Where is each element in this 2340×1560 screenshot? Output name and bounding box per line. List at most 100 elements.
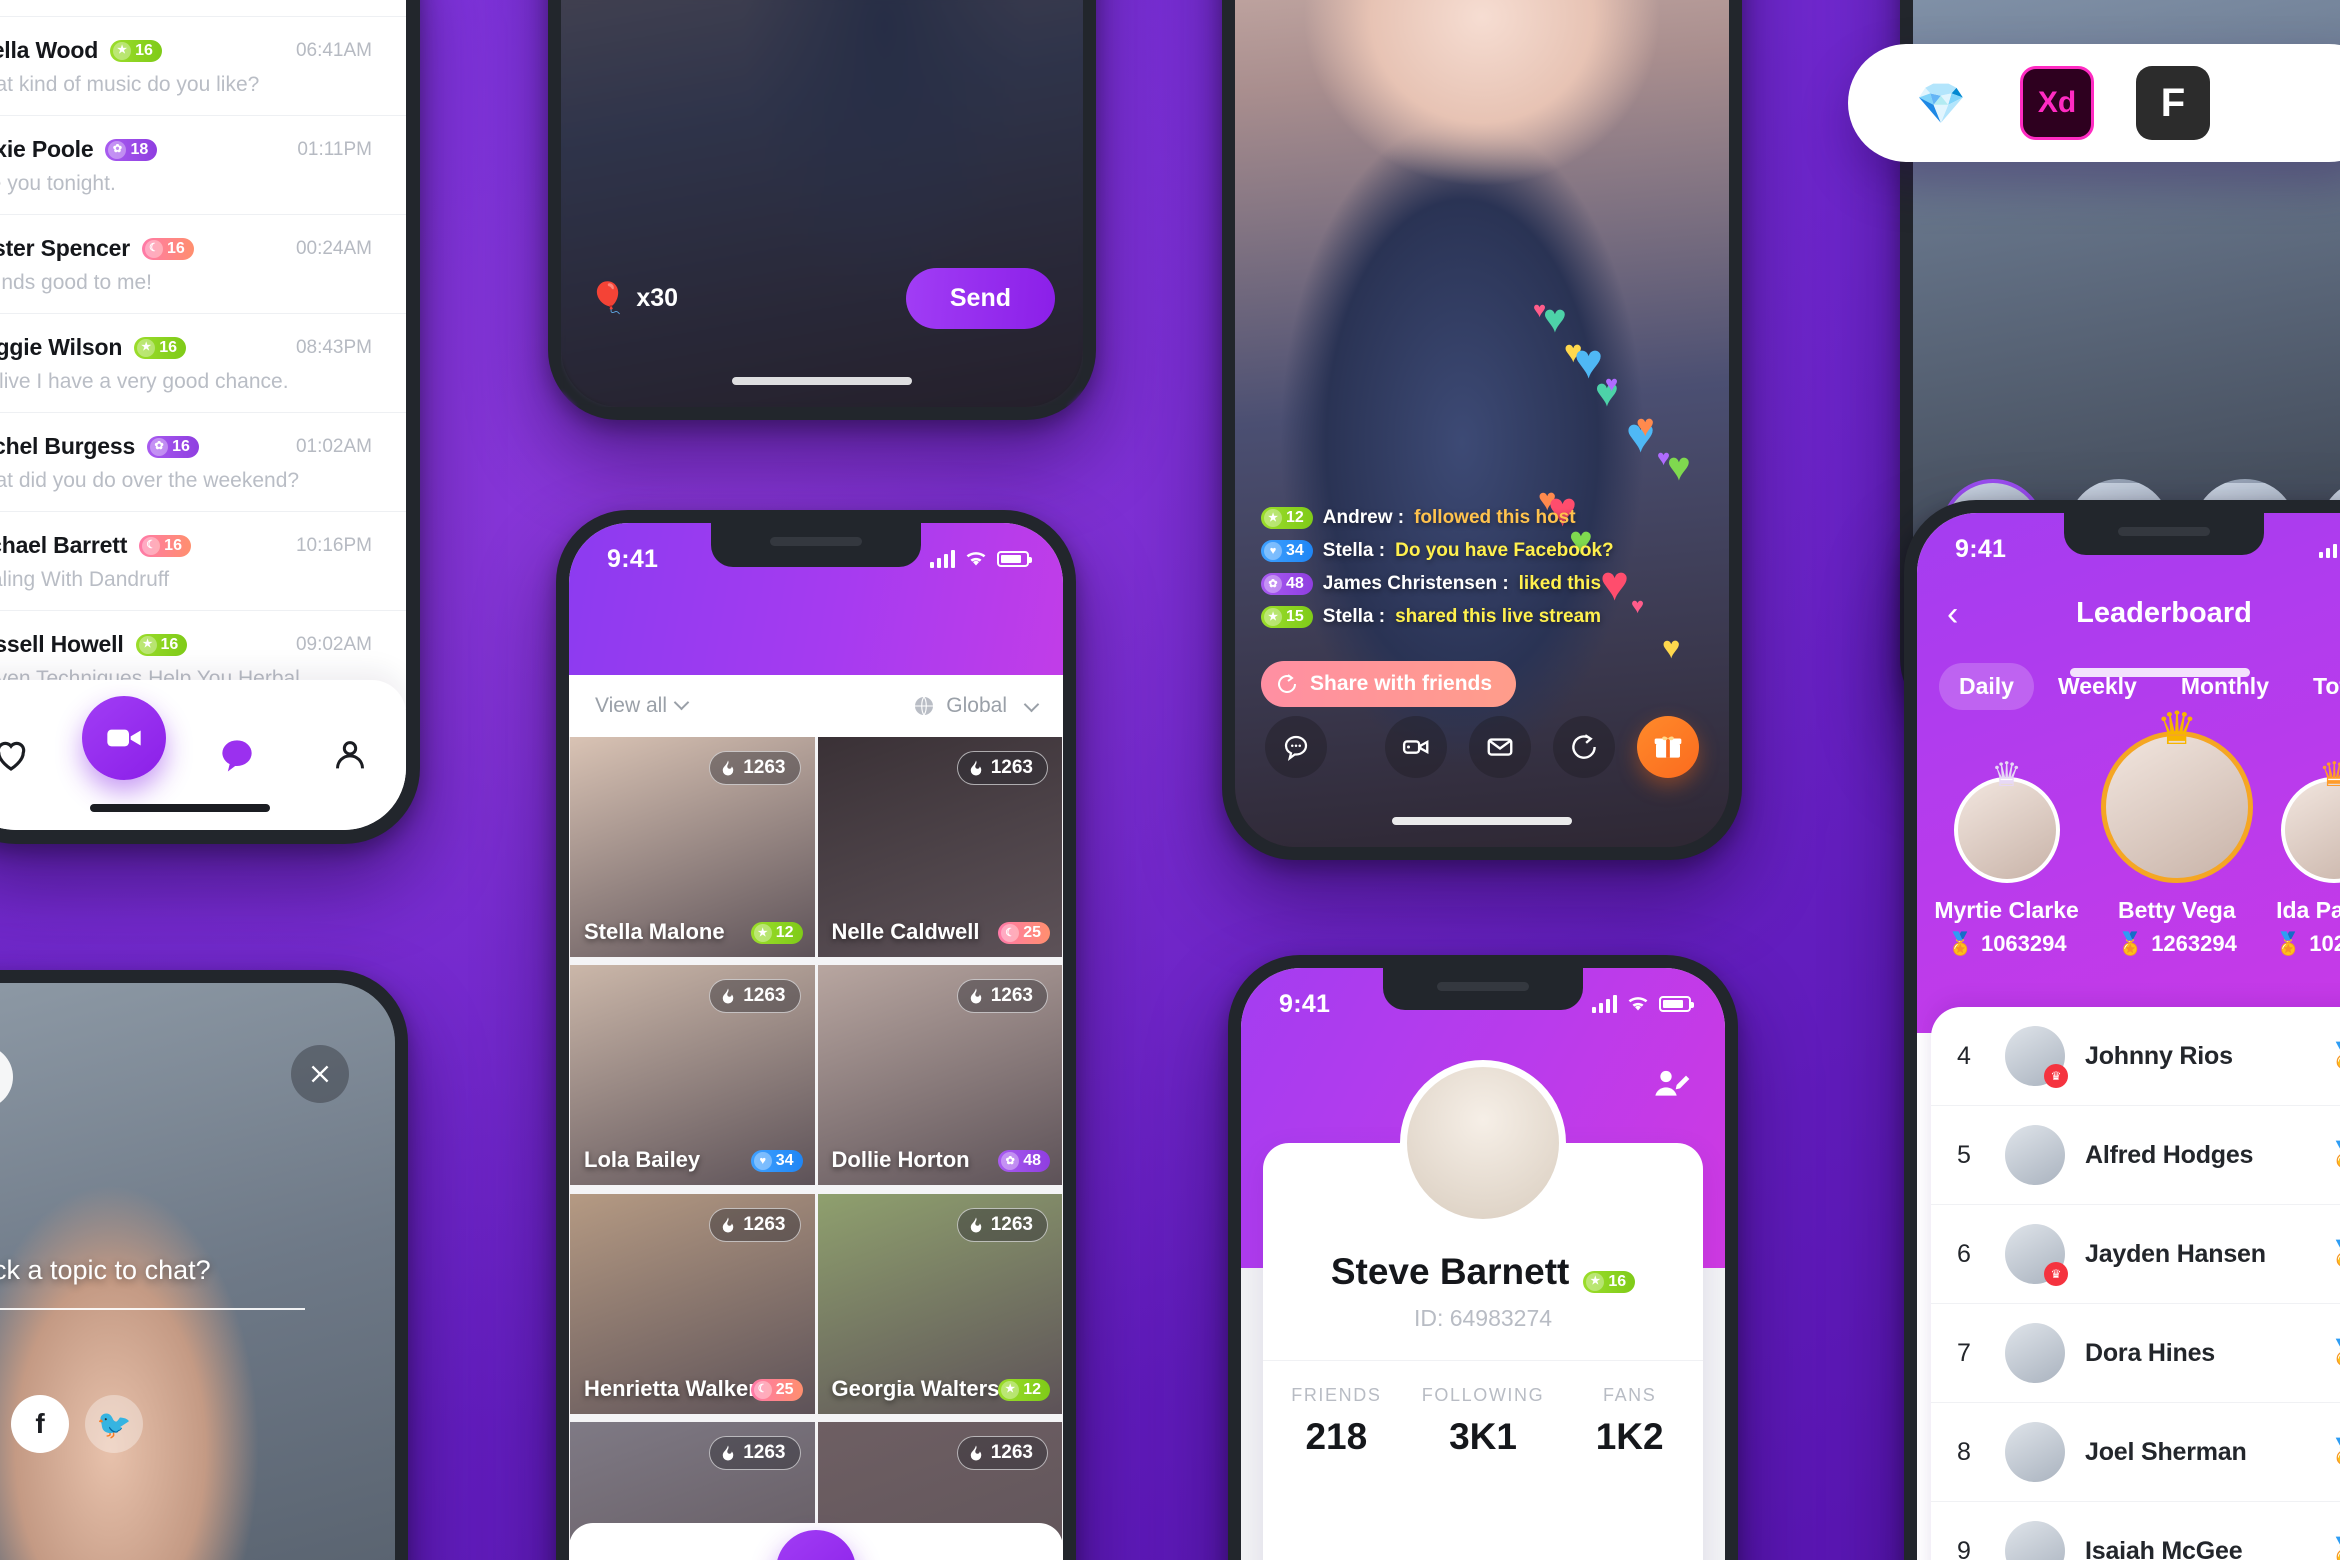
gift-count[interactable]: 🎈 x30 — [589, 281, 678, 316]
region-dropdown[interactable]: Global — [912, 694, 1040, 718]
view-all-dropdown[interactable]: View all — [595, 694, 690, 718]
video-camera-fab[interactable] — [81, 696, 166, 780]
message-list-item[interactable]: Roxie Poole ✿ 18 01:11PM See you tonight… — [0, 116, 406, 215]
live-card[interactable]: 1263 Dollie Horton ✿ 48 — [817, 965, 1062, 1186]
podium-rank-3[interactable]: ♛ Ida Palmer 🏅1026311 — [2274, 756, 2340, 957]
tab-profile[interactable] — [293, 735, 406, 775]
adobe-xd-icon[interactable]: Xd — [2020, 66, 2094, 140]
coin-icon: 🏅 — [2274, 931, 2303, 956]
level-badge-value: 34 — [1286, 542, 1304, 559]
close-button[interactable] — [291, 1045, 349, 1103]
moon-icon: ☾ — [142, 536, 161, 555]
table-row[interactable]: 9 Isaiah McGee 🏅5133 — [1931, 1502, 2340, 1560]
level-badge: ☾ 25 — [750, 1378, 803, 1401]
share-button[interactable] — [1553, 716, 1615, 778]
stat-friends[interactable]: FRIENDS 218 — [1263, 1361, 1410, 1484]
facebook-icon[interactable]: f — [11, 1395, 69, 1453]
paw-icon: ✿ — [150, 437, 169, 456]
stat-following[interactable]: FOLLOWING 3K1 — [1410, 1361, 1557, 1484]
message-list-item[interactable]: Rachel Burgess ✿ 16 01:02AM What did you… — [0, 413, 406, 512]
chat-username: Stella : — [1322, 606, 1386, 627]
chat-username: Stella : — [1322, 540, 1386, 561]
video-camera-fab[interactable] — [775, 1530, 856, 1560]
social-share-row[interactable]: f 🐦 — [11, 1395, 143, 1453]
message-list-item[interactable]: Joe Kelly ♥ 16 10:17AM Great thanks, all… — [0, 0, 406, 17]
twitter-icon[interactable]: 🐦 — [85, 1395, 143, 1453]
table-row[interactable]: 7 Dora Hines 🏅8322 — [1931, 1304, 2340, 1403]
table-row[interactable]: 6 ♛ Jayden Hansen 🏅8947 — [1931, 1205, 2340, 1304]
podium-rank-2[interactable]: ♛ Myrtie Clarke 🏅 1063294 — [1934, 756, 2079, 957]
level-badge-value: 25 — [1023, 924, 1041, 941]
stat-label: FRIENDS — [1291, 1385, 1382, 1405]
shield-icon: ♥ — [1264, 542, 1282, 560]
topic-underline — [0, 1308, 305, 1310]
table-row[interactable]: 8 Joel Sherman 🏅7372 — [1931, 1403, 2340, 1502]
share-icon — [1572, 734, 1596, 759]
message-time: 00:24AM — [295, 237, 372, 259]
crown-badge-icon: ♛ — [2044, 1064, 2068, 1088]
feature-grid[interactable]: 1263 Stella Malone ★ 12 1263 Nelle Caldw… — [569, 737, 1063, 1560]
live-card[interactable]: 1263 Georgia Walters ★ 12 — [817, 1193, 1062, 1414]
podium-name: Myrtie Clarke — [1934, 897, 2079, 923]
leaderboard-list[interactable]: 4 ♛ Johnny Rios 🏅9633 5 Alfred Hodges 🏅9… — [1931, 1007, 2340, 1560]
viewer-count: 1263 — [956, 751, 1048, 785]
tab-heart[interactable] — [0, 734, 67, 776]
score: 🏅7372 — [2329, 1438, 2340, 1467]
figma-icon[interactable]: F — [2136, 66, 2210, 140]
contact-name: Hester Spencer — [0, 235, 130, 261]
table-row[interactable]: 4 ♛ Johnny Rios 🏅9633 — [1931, 1007, 2340, 1106]
message-time: 06:41AM — [295, 39, 372, 61]
tab-totally[interactable]: Totally — [2293, 663, 2340, 710]
viewer-count: 1263 — [709, 751, 801, 785]
message-preview: What kind of music do you like? — [0, 73, 260, 96]
podium-rank-1[interactable]: ♛ Betty Vega 🏅 1263294 — [2100, 702, 2253, 957]
viewer-count-value: 1263 — [743, 985, 786, 1007]
star-icon: ★ — [138, 635, 157, 654]
sketch-icon[interactable]: 💎 — [1904, 66, 1978, 140]
user-name: Jayden Hansen — [2085, 1239, 2266, 1268]
live-card[interactable]: 1263 Nelle Caldwell ☾ 25 — [817, 737, 1062, 957]
level-badge: ★ 12 — [998, 1378, 1050, 1401]
tab-daily[interactable]: Daily — [1939, 663, 2034, 710]
gift-button[interactable] — [1637, 716, 1699, 778]
message-list-item[interactable]: Michael Barrett ☾ 16 10:16PM Dealing Wit… — [0, 512, 406, 611]
avatar: ♛ — [2005, 1026, 2068, 1088]
star-icon: ★ — [113, 41, 132, 60]
send-button[interactable]: Send — [905, 267, 1055, 329]
level-badge-value: 12 — [1023, 1380, 1041, 1398]
status-time: 9:41 — [607, 544, 659, 573]
heart-icon — [0, 741, 25, 771]
topic-input[interactable]: Pick a topic to chat? — [0, 1255, 305, 1310]
messages-button[interactable] — [1469, 716, 1531, 778]
avatar — [2005, 1125, 2065, 1185]
edit-profile-button[interactable] — [1651, 1064, 1691, 1112]
message-list-item[interactable]: Luella Wood ★ 16 06:41AM What kind of mu… — [0, 17, 406, 116]
topic-placeholder: Pick a topic to chat? — [0, 1255, 305, 1286]
switch-camera-button[interactable] — [1385, 716, 1447, 778]
rank: 8 — [1957, 1437, 1971, 1466]
broadcaster-name: Georgia Walters — [831, 1375, 1000, 1401]
contact-name: Michael Barrett — [0, 532, 128, 558]
message-list-item[interactable]: Hester Spencer ☾ 16 00:24AM Sounds good … — [0, 215, 406, 314]
tab-chat[interactable] — [180, 733, 293, 777]
table-row[interactable]: 5 Alfred Hodges 🏅9429 — [1931, 1106, 2340, 1205]
podium-name: Ida Palmer — [2276, 897, 2340, 923]
avatar — [2005, 1422, 2065, 1482]
live-card[interactable]: 1263 Henrietta Walker ☾ 25 — [570, 1193, 815, 1414]
region-label: Global — [946, 694, 1007, 717]
stat-fans[interactable]: FANS 1K2 — [1556, 1361, 1703, 1484]
tab-broadcast[interactable] — [67, 696, 180, 780]
message-list-item[interactable]: Maggie Wilson ★ 16 08:43PM I belive I ha… — [0, 314, 406, 413]
viewer-count: 1263 — [709, 1435, 801, 1470]
comment-button[interactable] — [1265, 716, 1327, 778]
home-indicator — [732, 377, 912, 385]
viewer-count: 1263 — [956, 1435, 1048, 1470]
star-icon: ★ — [1001, 1380, 1020, 1399]
share-with-friends-button[interactable]: Share with friends — [1261, 655, 1517, 707]
chat-username: James Christensen : — [1322, 573, 1509, 594]
live-card[interactable]: 1263 Stella Malone ★ 12 — [570, 737, 815, 957]
feature-screen: 9:41 ♛ FeatureNeabyNewest View all Globa… — [569, 523, 1063, 1560]
moon-icon: ☾ — [1001, 924, 1020, 942]
live-card[interactable]: 1263 Lola Bailey ♥ 34 — [570, 965, 815, 1186]
level-badge: ☾ 16 — [141, 237, 194, 260]
